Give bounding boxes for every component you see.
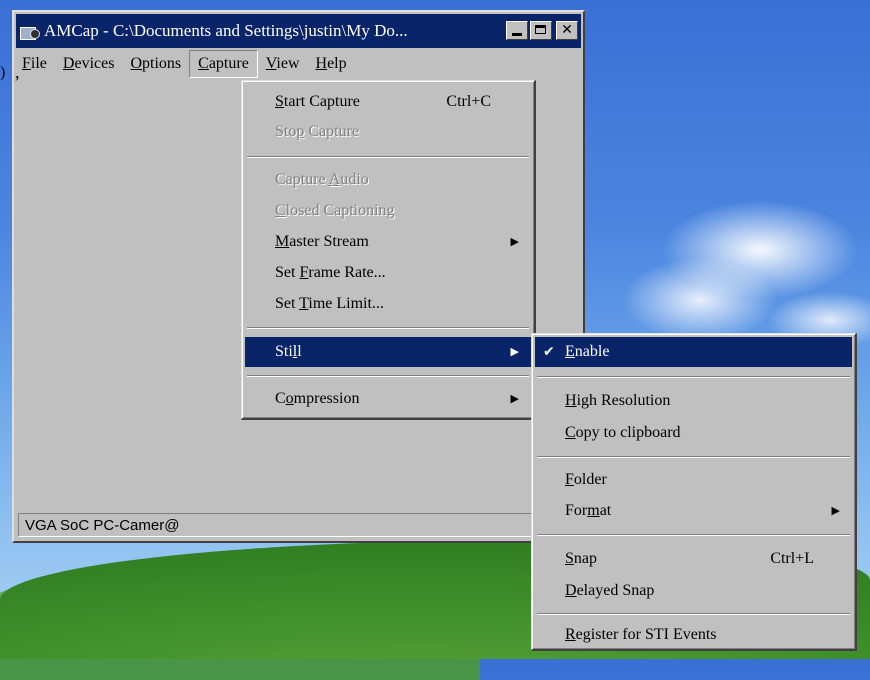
status-bar: VGA SoC PC-Camer@ (18, 513, 533, 537)
menu-item-enable[interactable]: ✔ Enable (535, 337, 852, 367)
menu-item-master-stream[interactable]: Master Stream ▶ (245, 227, 531, 257)
menu-item-delayed-snap[interactable]: Delayed Snap (535, 576, 852, 606)
desktop-text-fragment: ) (0, 64, 6, 81)
menu-separator (537, 613, 850, 615)
maximize-button[interactable] (530, 21, 552, 40)
minimize-button[interactable] (506, 21, 528, 40)
menu-separator (247, 156, 529, 158)
camera-icon[interactable] (20, 22, 40, 40)
submenu-arrow-icon: ▶ (510, 392, 519, 405)
menu-separator (247, 375, 529, 377)
menu-separator (537, 534, 850, 536)
shortcut-snap: Ctrl+L (770, 550, 814, 567)
capture-menu: Start Capture Ctrl+C Stop Capture Captur… (241, 80, 536, 420)
close-icon: ✕ (561, 22, 573, 38)
menu-item-register-sti-events[interactable]: Register for STI Events (535, 620, 852, 650)
submenu-arrow-icon: ▶ (510, 345, 519, 358)
menu-file[interactable]: File (16, 51, 55, 77)
window-controls: ✕ (506, 21, 578, 40)
desktop-comma: , (15, 62, 20, 82)
menu-options[interactable]: Options (122, 51, 189, 77)
menu-item-closed-captioning[interactable]: Closed Captioning (245, 196, 531, 226)
menu-item-format[interactable]: Format ▶ (535, 496, 852, 526)
still-submenu: ✔ Enable High Resolution Copy to clipboa… (531, 333, 857, 651)
menu-item-still[interactable]: Still ▶ (245, 337, 531, 367)
menu-devices[interactable]: Devices (55, 51, 123, 77)
menu-item-compression[interactable]: Compression ▶ (245, 384, 531, 414)
menu-item-set-time-limit[interactable]: Set Time Limit... (245, 289, 531, 319)
menu-item-high-resolution[interactable]: High Resolution (535, 386, 852, 416)
menu-item-capture-audio[interactable]: Capture Audio (245, 165, 531, 195)
menu-item-folder[interactable]: Folder (535, 465, 852, 495)
window-title: AMCap - C:\Documents and Settings\justin… (44, 21, 408, 40)
menu-item-stop-capture[interactable]: Stop Capture (245, 117, 531, 147)
title-bar[interactable]: AMCap - C:\Documents and Settings\justin… (16, 14, 581, 48)
menu-view[interactable]: View (258, 51, 308, 77)
menu-bar: File Devices Options Capture View Help (16, 50, 581, 78)
menu-separator (537, 456, 850, 458)
submenu-arrow-icon: ▶ (831, 504, 840, 517)
menu-separator (247, 327, 529, 329)
submenu-arrow-icon: ▶ (510, 235, 519, 248)
maximize-icon (535, 25, 546, 34)
menu-capture[interactable]: Capture (189, 50, 258, 78)
menu-item-start-capture[interactable]: Start Capture Ctrl+C (245, 87, 531, 117)
menu-separator (537, 376, 850, 378)
menu-item-set-frame-rate[interactable]: Set Frame Rate... (245, 258, 531, 288)
menu-help[interactable]: Help (308, 51, 355, 77)
close-button[interactable]: ✕ (556, 21, 578, 40)
menu-item-copy-to-clipboard[interactable]: Copy to clipboard (535, 418, 852, 448)
checkmark-icon: ✔ (543, 344, 555, 360)
menu-item-snap[interactable]: Snap Ctrl+L (535, 544, 852, 574)
minimize-icon (512, 33, 522, 36)
shortcut-start-capture: Ctrl+C (446, 93, 491, 110)
